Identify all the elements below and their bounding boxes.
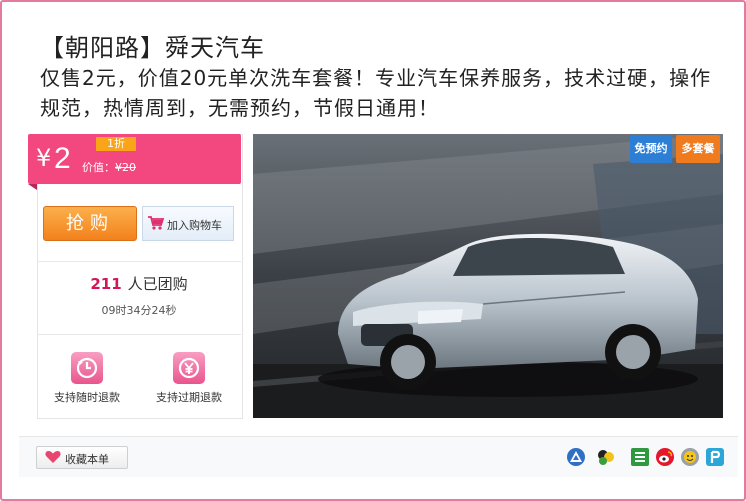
clock-refund-icon bbox=[71, 352, 103, 384]
car-illustration bbox=[253, 134, 723, 418]
countdown-timer: 09时34分24秒 bbox=[101, 304, 177, 317]
multi-package-tag: 多套餐 bbox=[676, 135, 720, 163]
refund-expired-label: 支持过期退款 bbox=[156, 391, 222, 404]
price-currency: ¥ bbox=[36, 144, 52, 172]
price-value: 2 bbox=[54, 142, 71, 175]
no-reservation-tag: 免预约 bbox=[630, 135, 672, 163]
original-price: 价值：¥20 bbox=[82, 161, 136, 174]
weibo-icon[interactable] bbox=[656, 448, 674, 466]
add-to-cart-button[interactable]: 加入购物车 bbox=[142, 206, 234, 241]
refund-anytime-label: 支持随时退款 bbox=[54, 391, 120, 404]
deal-title: 【朝阳路】舜天汽车 bbox=[40, 34, 265, 62]
favorite-label: 收藏本单 bbox=[65, 453, 109, 466]
qq-icon[interactable] bbox=[596, 448, 614, 466]
cart-icon bbox=[148, 216, 165, 233]
qzone-icon[interactable] bbox=[567, 448, 585, 466]
sold-count: 211 人已团购 bbox=[90, 275, 188, 293]
deal-subtitle: 仅售2元，价值20元单次洗车套餐！专业汽车保养服务，技术过硬，操作规范，热情周到… bbox=[40, 66, 712, 120]
heart-icon bbox=[45, 450, 61, 467]
divider bbox=[37, 261, 241, 262]
pengyou-icon[interactable] bbox=[706, 448, 724, 466]
price-box-fold bbox=[28, 184, 37, 190]
renren-icon[interactable] bbox=[631, 448, 649, 466]
buy-button[interactable]: 抢购 bbox=[43, 206, 137, 241]
yen-refund-icon bbox=[173, 352, 205, 384]
price-box: ¥ 2 1折 价值：¥20 bbox=[28, 134, 241, 184]
deal-photo: 免预约 多套餐 bbox=[253, 134, 723, 418]
discount-badge: 1折 bbox=[96, 137, 136, 151]
favorite-button[interactable]: 收藏本单 bbox=[36, 446, 128, 469]
divider bbox=[37, 334, 241, 335]
add-to-cart-label: 加入购物车 bbox=[167, 219, 222, 232]
kaixin-icon[interactable] bbox=[681, 448, 699, 466]
